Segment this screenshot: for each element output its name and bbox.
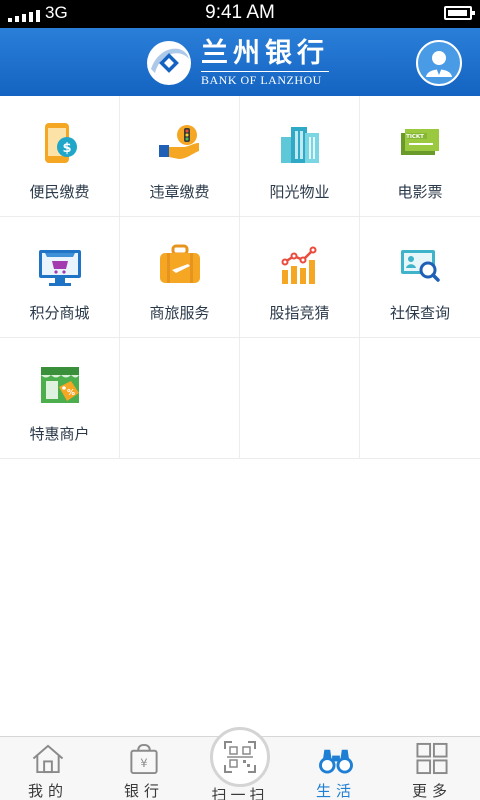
scan-button[interactable] [210,727,270,787]
service-traffic-fine[interactable]: 违章缴费 [120,96,240,217]
svg-text:¥: ¥ [140,756,147,770]
movie-ticket-icon: TICKT [401,129,439,155]
ticket-text: TICKT [406,134,424,140]
bank-logo: 兰州银行 BANK OF LANZHOU [145,37,329,89]
service-travel[interactable]: 商旅服务 [120,217,240,338]
tab-label: 更多 [411,782,452,800]
app-header: 兰州银行 BANK OF LANZHOU [0,28,480,96]
scan-qr-icon [224,741,256,773]
empty-cell [240,338,360,459]
bank-name-en: BANK OF LANZHOU [201,70,329,88]
stock-chart-icon [281,246,316,284]
social-security-search-icon [401,250,440,282]
service-grid: $ 便民缴费 违章缴费 阳光物业 TICKT 电影票 积分商城 商旅服务 股指竞… [0,96,480,459]
svg-text:$: $ [62,141,71,156]
bank-name-cn: 兰州银行 [201,37,329,69]
empty-cell [360,338,480,459]
bottom-tab-bar: 我的 ¥ 银行 扫一扫 生活 更多 [0,727,480,800]
service-label: 股指竞猜 [269,304,330,322]
discount-store-icon: % [40,367,79,403]
service-convenience-payment[interactable]: $ 便民缴费 [0,96,120,217]
service-discount-merchants[interactable]: % 特惠商户 [0,338,120,459]
traffic-fine-icon [158,125,199,159]
binoculars-icon [319,749,353,774]
empty-cell [120,338,240,459]
profile-button[interactable] [416,40,462,86]
service-property[interactable]: 阳光物业 [240,96,360,217]
status-time: 9:41 AM [205,2,275,23]
home-icon [32,744,64,774]
service-label: 违章缴费 [149,183,210,201]
grid-more-icon [416,742,448,775]
service-label: 便民缴费 [29,183,90,201]
service-label: 特惠商户 [29,425,90,443]
tab-more[interactable]: 更多 [384,737,480,800]
user-profile-icon [426,51,452,77]
bank-bag-icon: ¥ [130,743,158,775]
phone-payment-icon: $ [44,123,77,163]
service-stock-guess[interactable]: 股指竞猜 [240,217,360,338]
service-label: 积分商城 [29,304,90,322]
service-label: 阳光物业 [269,183,330,201]
service-social-security[interactable]: 社保查询 [360,217,480,338]
service-points-mall[interactable]: 积分商城 [0,217,120,338]
service-label: 电影票 [397,183,443,201]
tab-life[interactable]: 生活 [288,737,384,800]
svg-text:%: % [66,388,74,397]
tab-label: 生活 [315,782,356,800]
points-mall-icon [38,250,81,286]
building-icon [280,127,319,163]
service-movie-ticket[interactable]: TICKT 电影票 [360,96,480,217]
service-label: 社保查询 [389,304,450,322]
travel-suitcase-icon [159,244,200,283]
status-bar: 3G 9:41 AM [0,0,480,28]
battery-icon [444,6,475,20]
service-label: 商旅服务 [149,304,210,322]
bank-coin-logo-icon [147,41,191,85]
